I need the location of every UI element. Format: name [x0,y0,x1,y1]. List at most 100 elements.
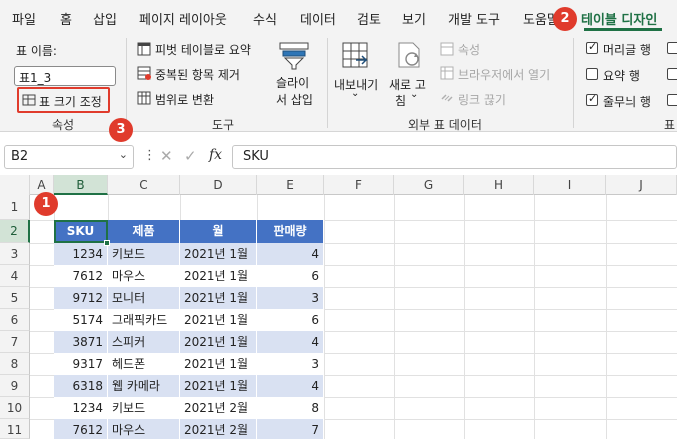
first-column-checkbox[interactable] [667,42,677,54]
table-cell[interactable]: 6 [257,309,324,331]
chevron-down-icon[interactable]: ⌄ [119,148,128,161]
tab-review[interactable]: 검토 [357,9,381,28]
insert-slicer-label-1[interactable]: 슬라이 [276,74,309,91]
tab-developer[interactable]: 개발 도구 [448,9,500,28]
column-header-h[interactable]: H [464,175,534,195]
row-header[interactable]: 1 [0,195,30,220]
row-header[interactable]: 10 [0,397,30,419]
column-header-e[interactable]: E [257,175,324,195]
table-name-input[interactable]: 표1_3 [14,66,116,86]
banded-rows-checkbox[interactable]: ✓ [586,92,598,106]
table-cell[interactable]: 4 [257,375,324,397]
refresh-button[interactable]: 새로 고 [389,76,426,93]
table-cell[interactable]: 1234 [54,397,108,419]
table-cell[interactable]: 7 [257,419,324,439]
table-cell[interactable]: 스피커 [108,331,180,353]
tab-formulas[interactable]: 수식 [253,9,277,28]
row-header[interactable]: 11 [0,419,30,439]
header-row-checkbox[interactable]: ✓ [586,40,598,54]
column-header-g[interactable]: G [394,175,464,195]
table-cell[interactable]: 8 [257,397,324,419]
insert-slicer-label-2[interactable]: 서 삽입 [276,91,313,108]
table-cell[interactable]: 9712 [54,287,108,309]
remove-duplicates-button[interactable]: 중복된 항목 제거 [155,66,240,83]
table-cell[interactable]: 그래픽카드 [108,309,180,331]
cancel-icon[interactable]: ✕ [160,147,173,165]
table-name-label: 표 이름: [16,44,57,58]
table-cell[interactable]: 6 [257,265,324,287]
name-box[interactable]: B2 ⌄ [4,145,134,169]
open-in-browser-button[interactable]: 브라우저에서 열기 [458,66,550,83]
refresh-chevron-icon[interactable]: ⌄ [410,89,418,100]
table-cell[interactable]: 7612 [54,419,108,439]
column-header-i[interactable]: I [534,175,606,195]
tab-view[interactable]: 보기 [402,9,426,28]
more-options-icon[interactable]: ⋮ [143,148,156,163]
table-cell[interactable]: 3 [257,353,324,375]
convert-to-range-button[interactable]: 범위로 변환 [155,91,214,108]
total-row-checkbox[interactable] [586,68,598,80]
export-chevron-icon[interactable]: ⌄ [351,88,359,99]
table-header-cell[interactable]: 판매량 [257,220,324,243]
table-cell[interactable]: 6318 [54,375,108,397]
tab-table-design[interactable]: 테이블 디자인 [581,9,657,28]
column-header-d[interactable]: D [180,175,257,195]
last-column-checkbox[interactable] [667,68,677,80]
tab-home[interactable]: 홈 [60,9,72,28]
column-header-c[interactable]: C [108,175,180,195]
table-cell[interactable]: 2021년 2월 [180,397,257,419]
tab-page-layout[interactable]: 페이지 레이아웃 [139,9,227,28]
table-cell[interactable]: 2021년 1월 [180,243,257,265]
table-cell[interactable]: 헤드폰 [108,353,180,375]
table-header-cell[interactable]: 제품 [108,220,180,243]
table-cell[interactable]: 모니터 [108,287,180,309]
table-cell[interactable]: 9317 [54,353,108,375]
table-cell[interactable]: 키보드 [108,243,180,265]
tab-file[interactable]: 파일 [12,9,36,28]
table-cell[interactable]: 1234 [54,243,108,265]
unlink-button[interactable]: 링크 끊기 [458,91,506,108]
tab-insert[interactable]: 삽입 [93,9,117,28]
table-header-cell[interactable]: 월 [180,220,257,243]
row-header[interactable]: 8 [0,353,30,375]
table-cell[interactable]: 2021년 1월 [180,353,257,375]
table-cell[interactable]: 4 [257,243,324,265]
column-header-f[interactable]: F [324,175,394,195]
row-header[interactable]: 2 [0,220,30,243]
tab-data[interactable]: 데이터 [300,9,336,28]
unlink-icon [440,91,454,108]
table-cell[interactable]: 5174 [54,309,108,331]
summarize-with-pivot-button[interactable]: 피벗 테이블로 요약 [155,41,251,58]
properties-button[interactable]: 속성 [458,41,480,58]
column-header-j[interactable]: J [606,175,677,195]
row-header[interactable]: 5 [0,287,30,309]
table-cell[interactable]: 2021년 1월 [180,309,257,331]
row-header[interactable]: 7 [0,331,30,353]
table-cell[interactable]: 2021년 1월 [180,331,257,353]
enter-icon[interactable]: ✓ [184,147,197,165]
row-header[interactable]: 3 [0,243,30,265]
table-cell[interactable]: 2021년 1월 [180,375,257,397]
table-cell[interactable]: 웹 카메라 [108,375,180,397]
group-divider [126,38,127,128]
table-cell[interactable]: 4 [257,331,324,353]
row-header[interactable]: 4 [0,265,30,287]
row-header[interactable]: 9 [0,375,30,397]
refresh-button-line2[interactable]: 침 [395,92,406,109]
table-cell[interactable]: 3871 [54,331,108,353]
fill-handle[interactable] [104,240,110,246]
banded-columns-checkbox[interactable] [667,94,677,106]
select-all-corner[interactable] [0,175,30,195]
insert-function-button[interactable]: fx [209,147,222,163]
table-cell[interactable]: 마우스 [108,265,180,287]
formula-input[interactable]: SKU [232,145,677,169]
table-cell[interactable]: 2021년 2월 [180,419,257,439]
table-cell[interactable]: 2021년 1월 [180,265,257,287]
table-cell[interactable]: 마우스 [108,419,180,439]
row-header[interactable]: 6 [0,309,30,331]
table-cell[interactable]: 7612 [54,265,108,287]
column-header-b[interactable]: B [54,175,108,195]
table-cell[interactable]: 3 [257,287,324,309]
table-cell[interactable]: 2021년 1월 [180,287,257,309]
table-cell[interactable]: 키보드 [108,397,180,419]
